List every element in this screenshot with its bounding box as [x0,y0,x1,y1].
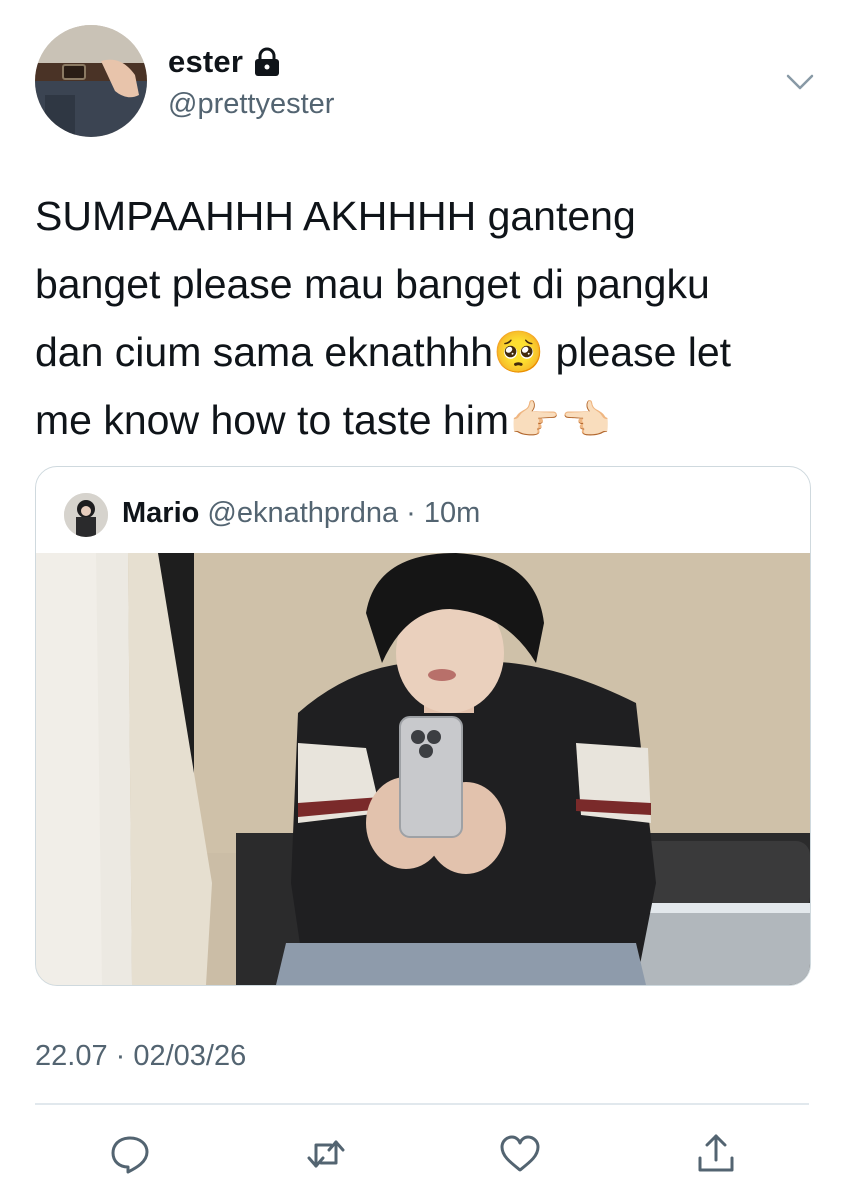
quoted-time: · 10m [406,497,481,529]
tweet-text: SUMPAAHHH AKHHHH ganteng banget please m… [35,182,815,454]
retweet-icon[interactable] [304,1132,348,1176]
quoted-tweet-photo[interactable] [36,553,810,985]
tweet-timestamp[interactable]: 22.07 · 02/03/26 [35,1040,246,1073]
quoted-tweet-card[interactable]: Mario @eknathprdna · 10m [35,466,811,986]
avatar-photo [35,25,147,137]
tweet-line: dan cium sama eknathhh🥺 please let [35,329,732,375]
reply-icon[interactable] [108,1132,152,1176]
author-avatar[interactable] [35,25,147,137]
divider [35,1103,809,1105]
quoted-author-avatar[interactable] [64,493,108,537]
tweet-line: banget please mau banget di pangku [35,261,710,307]
author-display-name[interactable]: ester [168,44,243,80]
quoted-display-name[interactable]: Mario [122,497,199,529]
tweet-line: SUMPAAHHH AKHHHH ganteng [35,193,636,239]
quoted-handle[interactable]: @eknathprdna [207,497,398,529]
lock-icon [253,47,281,77]
chevron-down-icon[interactable] [782,64,818,100]
author-name-row: ester [168,44,281,80]
share-icon[interactable] [694,1132,738,1176]
tweet-line: me know how to taste him👉🏻👈🏻 [35,397,612,443]
author-handle[interactable]: @prettyester [168,88,334,121]
avatar-photo [64,493,108,537]
quoted-tweet-header: Mario @eknathprdna · 10m [122,497,480,530]
heart-icon[interactable] [498,1132,542,1176]
